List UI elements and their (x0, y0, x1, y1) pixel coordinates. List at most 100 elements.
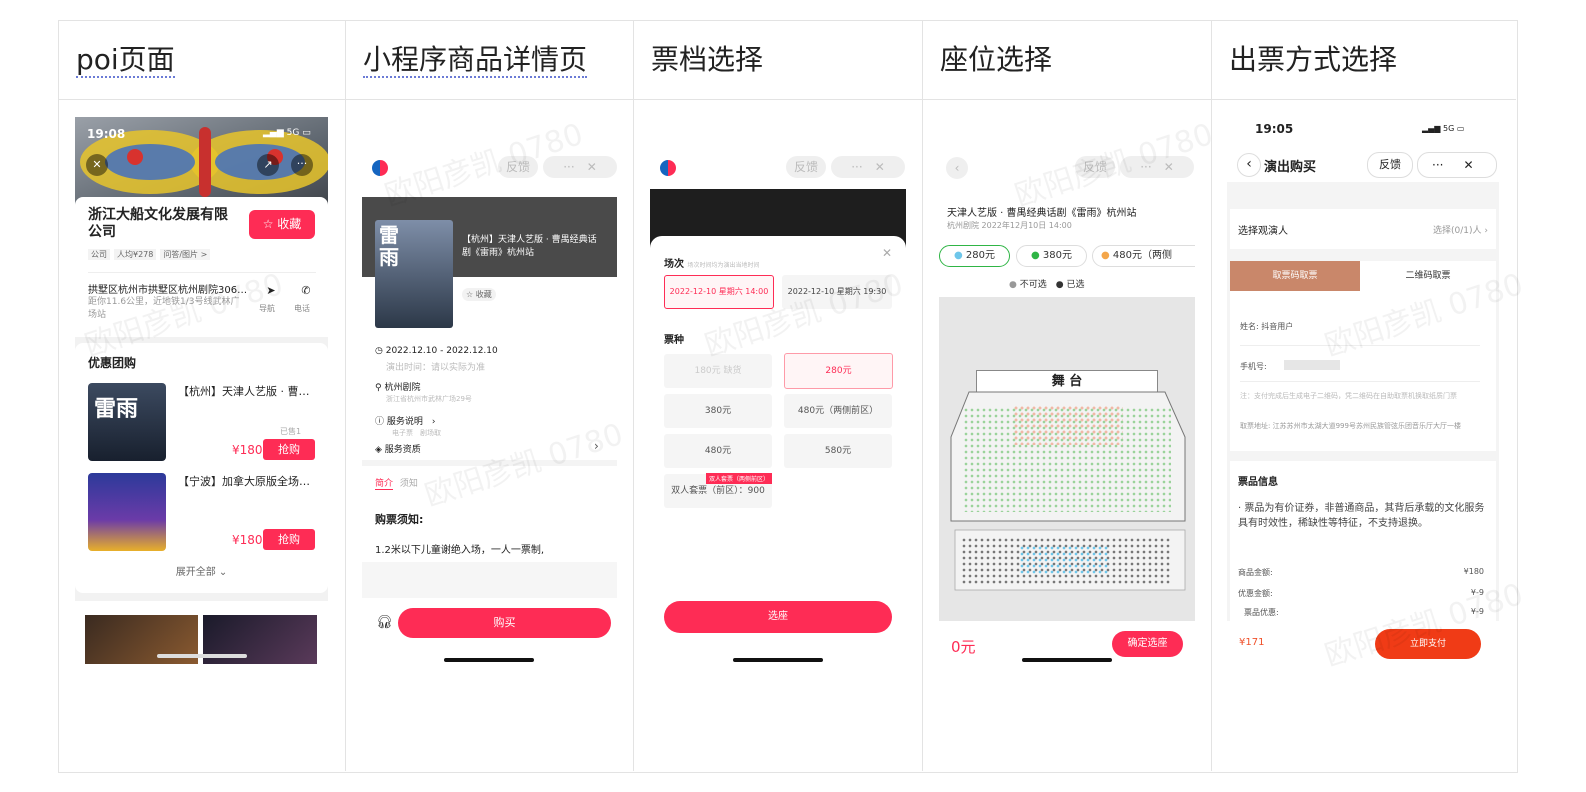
capsule-menu[interactable]: ··· ✕ (831, 156, 905, 178)
deal-poster[interactable] (88, 473, 166, 551)
customer-service-icon[interactable]: 🎧︎ (376, 615, 393, 630)
grab-button[interactable]: 抢购 (263, 439, 315, 460)
info-text: · 票品为有价证券，非普通商品，其背后承载的文化服务具有时效性，稀缺性等特征，不… (1238, 503, 1485, 529)
app-logo-icon (372, 160, 388, 176)
more-icon[interactable]: ··· (563, 160, 574, 174)
price-dot-icon: ● (1030, 250, 1040, 261)
chevron-right-icon[interactable]: › (594, 439, 599, 453)
ticket-option[interactable]: 580元 (784, 434, 892, 468)
divider (362, 460, 617, 466)
tab-qr-pickup[interactable]: 二维码取票 (1360, 261, 1496, 291)
venue-address: 浙江省杭州市武林广场29号 (386, 395, 472, 403)
share-icon[interactable]: ↗ (257, 154, 279, 176)
price-filter-selected[interactable]: ● 280元 (939, 245, 1010, 267)
price-dot-icon: ● (1101, 250, 1110, 261)
session-option[interactable]: 2022-12-10 星期六 19:30 (782, 275, 892, 309)
phone-masked (1284, 360, 1340, 370)
viewer-row[interactable]: 选择观演人 选择(0/1)人 › (1230, 209, 1496, 249)
amount-label: 商品金额: (1238, 568, 1273, 577)
select-seat-button[interactable]: 选座 (664, 601, 892, 633)
distance: 距你11.6公里，近地铁1/3号线武林广场站 (88, 297, 240, 320)
ticket-type-label: 票种 (664, 335, 684, 346)
tab-intro[interactable]: 简介 (375, 479, 394, 490)
ticket-option-selected[interactable]: 280元 (784, 353, 893, 389)
capsule-menu[interactable]: ··· ✕ (543, 156, 617, 178)
price-filter[interactable]: ● 380元 (1016, 245, 1087, 267)
seat-map[interactable]: 舞 台 (939, 297, 1195, 621)
ticket-option[interactable]: 380元 (664, 394, 772, 428)
expand-all[interactable]: 展开全部 ⌄ (75, 563, 328, 578)
more-icon[interactable]: ··· (851, 160, 862, 174)
seat-block-blue[interactable] (1019, 545, 1109, 575)
confirm-seat-button[interactable]: 确定选座 (1112, 631, 1183, 657)
service-row[interactable]: ⓘ 服务说明 › (375, 414, 436, 427)
poi-info-card: 浙江大船文化发展有限公司 ☆ 收藏 公司 人均¥278 问答/图片 > 拱墅区杭州市… (75, 197, 328, 337)
info-card: 票品信息 · 票品为有价证券，非普通商品，其背后承载的文化服务具有时效性，稀缺性… (1230, 461, 1496, 621)
deal-title[interactable]: 【宁波】加拿大原版全场… (178, 473, 318, 489)
ticket-screen: 19:05 ▂▄▆ 5G ▭ ‹ 演出购买 反馈 ··· ✕ 选择观演人 选择(0… (1227, 117, 1499, 677)
ticket-option[interactable]: 480元（两侧前区） (784, 394, 892, 428)
shop-tags: 公司 人均¥278 问答/图片 > (88, 249, 211, 260)
column-header-seat: 座位选择 (922, 20, 1211, 100)
navigate-icon[interactable]: ➤ (261, 284, 281, 297)
pickup-address: 取票地址: 江苏苏州市太湖大道999号苏州民族管弦乐团音乐厅大厅一楼 (1240, 422, 1461, 430)
deal-poster[interactable]: 雷雨 (88, 383, 166, 461)
home-indicator (444, 658, 534, 662)
pickup-note: 注：支付完成后生成电子二维码，凭二维码在自助取票机换取纸质门票 (1240, 392, 1457, 400)
feedback-button[interactable]: 反馈 (786, 156, 826, 178)
close-icon[interactable]: ✕ (875, 160, 885, 174)
price-filter[interactable]: ● 480元（两侧 (1092, 245, 1195, 267)
venue[interactable]: ⚲ 杭州剧院 (375, 380, 420, 393)
ticket-option-disabled: 180元 缺货 (664, 354, 772, 388)
ticket-option[interactable]: 480元 (664, 434, 772, 468)
content-fade (362, 562, 617, 598)
close-icon[interactable]: ✕ (1164, 160, 1174, 174)
session-option[interactable]: 2022-12-10 星期六 14:00 (664, 275, 774, 309)
close-icon[interactable]: ✕ (882, 246, 892, 260)
close-icon[interactable]: ✕ (587, 160, 597, 174)
show-title: 【杭州】天津人艺版 · 曹禺经典话剧《雷雨》杭州站 (462, 235, 597, 258)
total-price: 0元 (951, 638, 976, 656)
feedback-button[interactable]: 反馈 (498, 156, 538, 178)
service-tags: 电子票 剧场取 (392, 429, 441, 437)
capsule-menu[interactable]: ··· ✕ (1417, 152, 1497, 178)
tab-notice[interactable]: 须知 (400, 479, 418, 489)
app-logo-icon (660, 160, 676, 176)
close-icon[interactable]: ✕ (86, 154, 108, 176)
viewer-value[interactable]: 选择(0/1)人 › (1433, 223, 1488, 236)
capsule-menu[interactable]: ··· ✕ (1120, 156, 1194, 178)
pay-button[interactable]: 立即支付 (1375, 629, 1481, 659)
notice-text: 1.2米以下儿童谢绝入场，一人一票制, (375, 545, 545, 556)
grab-button[interactable]: 抢购 (263, 529, 315, 550)
ticket-discount-value: ¥-9 (1470, 607, 1484, 616)
divider (88, 272, 316, 273)
more-icon[interactable]: ··· (1140, 160, 1151, 174)
feedback-button[interactable]: 反馈 (1367, 152, 1413, 178)
deal-title[interactable]: 【杭州】天津人艺版 · 曹… (178, 383, 318, 399)
column-header-ticket: 出票方式选择 (1211, 20, 1516, 100)
phone-icon[interactable]: ✆ (296, 284, 316, 297)
viewer-label: 选择观演人 (1238, 226, 1288, 237)
back-icon[interactable]: ‹ (946, 157, 968, 179)
status-signal: ▂▄▆ 5G ▭ (1422, 124, 1465, 133)
address: 拱墅区杭州市拱墅区杭州剧院306… (88, 285, 248, 296)
qualification-row[interactable]: ◈ 服务资质 (375, 442, 421, 455)
selected-dot-icon: ● (1055, 280, 1064, 290)
favorite-button[interactable]: ☆ 收藏 (249, 210, 315, 239)
navigate-label[interactable]: 导航 (259, 303, 275, 314)
back-icon[interactable]: ‹ (1237, 153, 1261, 177)
discount-value: ¥-9 (1470, 588, 1484, 597)
qa-link[interactable]: 问答/图片 > (160, 249, 211, 260)
phone-label[interactable]: 电话 (294, 303, 310, 314)
feedback-button[interactable]: 反馈 (1075, 156, 1115, 178)
close-icon[interactable]: ✕ (1463, 158, 1473, 172)
seat-block-orange[interactable] (1013, 405, 1123, 445)
buy-button[interactable]: 购买 (398, 608, 611, 638)
amount-value: ¥180 (1463, 567, 1484, 576)
more-icon[interactable]: ··· (291, 154, 313, 176)
tab-code-pickup[interactable]: 取票码取票 (1230, 261, 1360, 291)
favorite-button[interactable]: ☆ 收藏 (462, 288, 496, 301)
column-header-detail: 小程序商品详情页 (345, 20, 633, 100)
more-icon[interactable]: ··· (1432, 158, 1443, 172)
detail-screen: 反馈 ··· ✕ 雷雨 【杭州】天津人艺版 · 曹禺经典话剧《雷雨》杭州站 ☆ … (362, 150, 617, 670)
